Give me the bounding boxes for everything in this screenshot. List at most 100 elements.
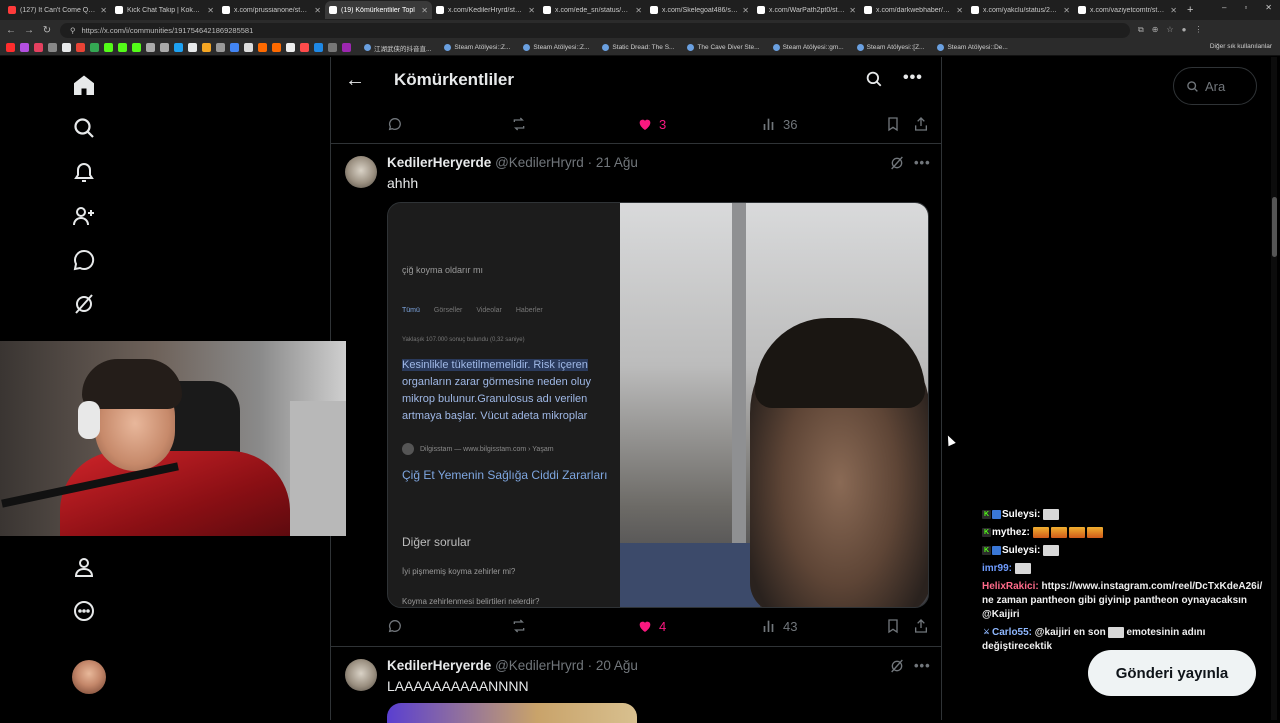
x-bookmark-icon[interactable] — [62, 43, 71, 52]
tweet-author-name[interactable]: KedilerHeryerde — [387, 658, 491, 673]
bookmark-icon-9[interactable] — [286, 43, 295, 52]
browser-tab[interactable]: x.com/vaziyetcomtr/status/1 ✕ — [1074, 1, 1181, 19]
bookmark-icon-13[interactable] — [342, 43, 351, 52]
tweet-video[interactable]: çiğ koyma oldarır mı Tümü Görseller Vide… — [387, 202, 929, 608]
tab-close-icon[interactable]: ✕ — [849, 6, 856, 15]
url-field[interactable]: ⚲ https://x.com/i/communities/1917546421… — [60, 22, 1130, 38]
messages-icon[interactable] — [71, 247, 97, 273]
bookmark-icon-5[interactable] — [230, 43, 239, 52]
drive-bookmark-icon[interactable] — [90, 43, 99, 52]
repost-icon[interactable] — [511, 116, 527, 132]
profile-nav-icon[interactable] — [71, 554, 97, 580]
bookmark-item[interactable]: The Cave Diver Ste... — [687, 44, 760, 51]
bookmark-icon-4[interactable] — [216, 43, 225, 52]
notifications-bell-icon[interactable] — [71, 159, 97, 185]
chat-username[interactable]: HelixRakici: — [982, 581, 1039, 592]
reply-icon[interactable] — [387, 116, 403, 132]
site-info-icon[interactable]: ⚲ — [70, 26, 76, 35]
bookmark-icon-10[interactable] — [300, 43, 309, 52]
scrollbar-thumb[interactable] — [1272, 197, 1277, 257]
youtube-bookmark-icon[interactable] — [6, 43, 15, 52]
post-button[interactable]: Gönderi yayınla — [1088, 650, 1256, 696]
browser-tab[interactable]: x.com/KedilerHryrd/status/20✕ — [432, 1, 539, 19]
kick-bookmark-icon[interactable] — [104, 43, 113, 52]
bookmark-icon[interactable] — [146, 43, 155, 52]
browser-tab[interactable]: x.com/Skelegoat486/status/2✕ — [646, 1, 753, 19]
tab-close-icon[interactable]: ✕ — [314, 6, 321, 15]
browser-tab[interactable]: (19) Kömürkentliler Topl ✕ — [325, 1, 432, 19]
bookmark-icon-11[interactable] — [314, 43, 323, 52]
like-button[interactable]: 3 — [637, 116, 666, 132]
bookmark-icon[interactable] — [885, 618, 901, 634]
tweet-author-handle[interactable]: @KedilerHryrd — [495, 658, 584, 673]
bookmark-icon-12[interactable] — [328, 43, 337, 52]
kick-bookmark-icon-3[interactable] — [132, 43, 141, 52]
bookmark-icon-6[interactable] — [244, 43, 253, 52]
browser-tab[interactable]: x.com/prussianone/status/20 ✕ — [218, 1, 325, 19]
tweet-author-handle[interactable]: @KedilerHryrd — [495, 155, 584, 170]
browser-tab[interactable]: (127) It Can't Come Quickly E ✕ — [4, 1, 111, 19]
tab-close-icon[interactable]: ✕ — [742, 6, 749, 15]
chat-username[interactable]: Suleysi: — [1002, 545, 1040, 556]
tab-close-icon[interactable]: ✕ — [100, 6, 107, 15]
community-search-icon[interactable] — [865, 70, 883, 93]
back-arrow-icon[interactable]: ← — [345, 69, 365, 92]
back-nav-icon[interactable]: ← — [6, 25, 16, 36]
bookmark-item[interactable]: Steam Atölyesi::Z... — [523, 44, 589, 51]
maximize-icon[interactable]: ▫ — [1244, 3, 1247, 12]
reload-icon[interactable]: ↻ — [42, 25, 52, 36]
tweet-date[interactable]: · 21 Ağu — [588, 155, 638, 170]
bookmark-icon-7[interactable] — [258, 43, 267, 52]
forward-nav-icon[interactable]: → — [24, 25, 34, 36]
grok-explain-icon[interactable] — [889, 155, 905, 176]
reply-icon[interactable] — [387, 618, 403, 634]
bookmark-icon-2[interactable] — [160, 43, 169, 52]
tweet-image-preview[interactable] — [387, 703, 637, 723]
x-bookmark-icon-2[interactable] — [188, 43, 197, 52]
bookmark-icon[interactable] — [885, 116, 901, 132]
browser-tab[interactable]: Kick Chat Takip | KokoWich✕ — [111, 1, 218, 19]
instagram-bookmark-icon[interactable] — [34, 43, 43, 52]
header-more-icon[interactable]: ••• — [903, 69, 923, 87]
tweet-date[interactable]: · 20 Ağu — [588, 658, 638, 673]
tab-close-icon[interactable]: ✕ — [635, 6, 642, 15]
search-input[interactable]: Ara — [1173, 67, 1257, 105]
browser-tab[interactable]: x.com/WarPath2pt0/status/2 ✕ — [753, 1, 860, 19]
account-avatar[interactable] — [72, 660, 106, 694]
new-tab-icon[interactable]: + — [1187, 4, 1193, 16]
close-window-icon[interactable]: ✕ — [1265, 3, 1272, 12]
chat-username[interactable]: Suleysi: — [1002, 509, 1040, 520]
profile-icon[interactable]: ● — [1182, 25, 1187, 35]
other-bookmarks[interactable]: Diğer sık kullanılanlar — [1210, 43, 1272, 50]
tab-close-icon[interactable]: ✕ — [1170, 6, 1177, 15]
tweet-avatar[interactable] — [345, 156, 377, 188]
more-options-icon[interactable] — [71, 598, 97, 624]
bookmark-item[interactable]: Steam Atölyesi::[Z... — [856, 44, 924, 51]
extensions-icon[interactable]: ⧉ — [1138, 25, 1144, 35]
bookmark-item[interactable]: 江湖武侠的抖音直... — [364, 43, 431, 53]
grok-explain-icon[interactable] — [889, 658, 905, 679]
tweet-more-icon[interactable]: ••• — [914, 658, 931, 673]
twitch-bookmark-icon[interactable] — [20, 43, 29, 52]
bookmark-item[interactable]: Steam Atölyesi::gm... — [772, 44, 844, 51]
bookmark-item[interactable]: Static Dread: The S... — [602, 44, 674, 51]
tab-close-icon[interactable]: ✕ — [1063, 6, 1070, 15]
twitter-bookmark-icon[interactable] — [174, 43, 183, 52]
tweet-avatar[interactable] — [345, 659, 377, 691]
follow-user-icon[interactable] — [71, 203, 97, 229]
chat-username[interactable]: mythez: — [992, 527, 1030, 538]
views-button[interactable]: 36 — [761, 116, 797, 132]
tab-close-icon[interactable]: ✕ — [421, 6, 428, 15]
share-icon[interactable] — [913, 116, 929, 132]
bookmark-icon-3[interactable] — [202, 43, 211, 52]
globe-bookmark-icon[interactable] — [48, 43, 57, 52]
bookmark-star-icon[interactable]: ☆ — [1166, 25, 1173, 35]
bookmark-item[interactable]: Steam Atölyesi::De... — [937, 44, 1008, 51]
like-button[interactable]: 4 — [637, 618, 666, 634]
tab-close-icon[interactable]: ✕ — [956, 6, 963, 15]
kick-bookmark-icon-2[interactable] — [118, 43, 127, 52]
tab-close-icon[interactable]: ✕ — [528, 6, 535, 15]
browser-tab[interactable]: x.com/ede_sn/status/209141 ✕ — [539, 1, 646, 19]
tweet-more-icon[interactable]: ••• — [914, 155, 931, 170]
views-button[interactable]: 43 — [761, 618, 797, 634]
